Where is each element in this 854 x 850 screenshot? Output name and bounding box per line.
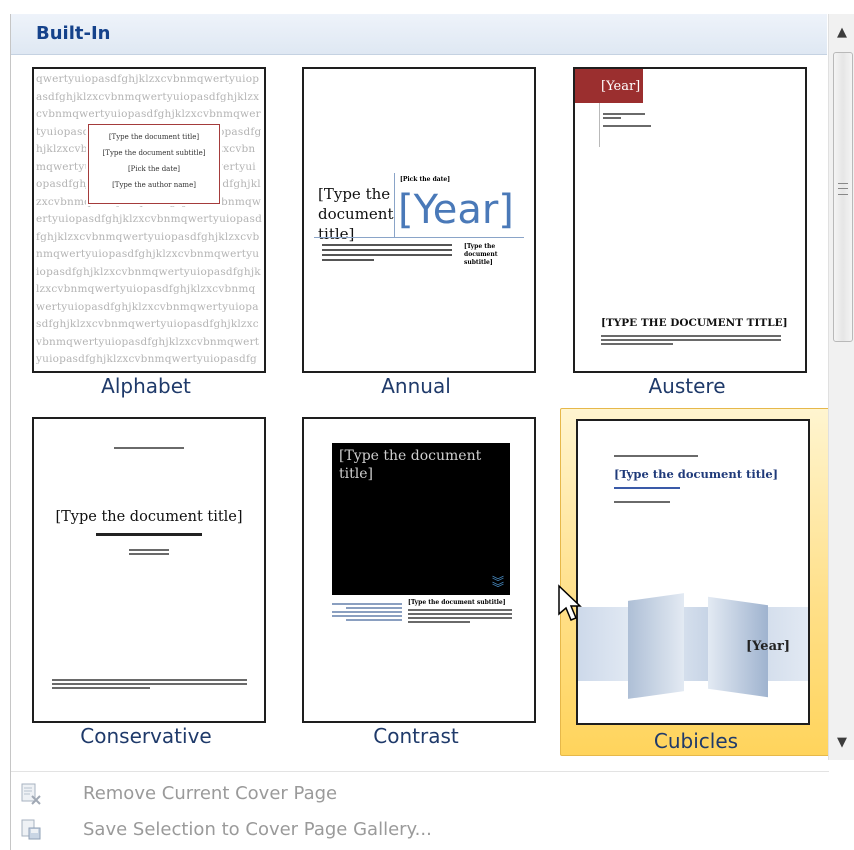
menu-separator <box>11 771 829 772</box>
gallery-item-alphabet[interactable]: qwertyuiopasdfghjklzxcvbnmqwertyuiopasdf… <box>13 56 279 400</box>
thumb-company <box>114 445 184 451</box>
tile-label: Contrast <box>373 724 459 748</box>
scrollbar-thumb[interactable] <box>833 52 853 342</box>
vertical-scrollbar[interactable]: ▲ ▼ <box>828 14 854 760</box>
annual-thumbnail: [Pick the date] [Type the document title… <box>302 67 536 373</box>
thumb-abstract <box>52 677 247 691</box>
thumb-abstract <box>601 333 781 347</box>
tile-label: Conservative <box>80 724 212 748</box>
thumb-abstract <box>322 241 452 264</box>
thumb-year: [Year] <box>746 639 790 654</box>
conservative-thumbnail: [Type the document title] <box>32 417 266 723</box>
alphabet-title-box: [Type the document title] [Type the docu… <box>88 124 220 204</box>
thumb-title: [Type the document title] <box>108 133 200 141</box>
thumb-subtitle: [Type the document subtitle] <box>102 149 206 157</box>
thumb-abstract: [Type the document subtitle] <box>408 599 512 625</box>
contrast-thumbnail: [Type the document title] ︾ ︾ [Type the d… <box>302 417 536 723</box>
thumb-author <box>129 547 169 557</box>
tile-label: Alphabet <box>101 374 191 398</box>
cubicles-thumbnail: [Type the document title] [Year] <box>576 419 810 725</box>
divider <box>314 237 524 238</box>
thumb-company <box>603 111 663 129</box>
thumb-subtitle <box>96 531 202 538</box>
divider <box>599 103 600 147</box>
grip-icon <box>838 183 848 195</box>
tile-label: Annual <box>381 374 451 398</box>
thumb-details <box>332 601 402 623</box>
remove-cover-page-label: Remove Current Cover Page <box>83 783 338 804</box>
section-header: Built-In <box>11 14 827 55</box>
remove-cover-page-menu-item[interactable]: Remove Current Cover Page <box>11 774 829 814</box>
thumb-title: [TYPE THE DOCUMENT TITLE] <box>601 317 788 329</box>
alphabet-background-text: qwertyuiopasdfghjklzxcvbnmqwertyuiopasdf… <box>36 73 262 371</box>
thumb-subtitle: [Type the document subtitle] <box>464 243 498 266</box>
thumb-title: [Type the document title] <box>318 185 394 243</box>
thumb-date: [Pick the date] <box>127 165 181 173</box>
save-selection-label: Save Selection to Cover Page Gallery... <box>83 819 432 840</box>
year-bar: [Year] <box>575 69 643 103</box>
thumb-title: [Type the document title] <box>339 448 482 482</box>
thumb-subtitle <box>614 485 680 491</box>
divider <box>394 173 395 237</box>
thumb-author <box>614 499 670 505</box>
decorative-panel <box>628 593 684 699</box>
save-to-gallery-icon <box>21 819 41 840</box>
thumb-year: [Year] <box>398 187 514 233</box>
cover-page-gallery: Built-In qwertyuiopasdfghjklzxcvbnmqwert… <box>10 14 830 850</box>
mouse-cursor-icon <box>558 584 582 621</box>
thumb-title: [Type the document title] <box>55 509 243 525</box>
gallery-item-cubicles[interactable]: [Type the document title] [Year] Cubicle… <box>560 408 830 756</box>
gallery-item-contrast[interactable]: [Type the document title] ︾ ︾ [Type the d… <box>283 406 549 750</box>
title-block: [Type the document title] ︾ ︾ <box>332 443 510 595</box>
thumb-company <box>614 453 698 459</box>
tile-label: Cubicles <box>653 729 739 753</box>
section-title: Built-In <box>36 23 111 44</box>
alphabet-thumbnail: qwertyuiopasdfghjklzxcvbnmqwertyuiopasdf… <box>32 67 266 373</box>
thumb-subtitle: [Type the document subtitle] <box>408 599 506 606</box>
tile-label: Austere <box>648 374 726 398</box>
gallery-item-austere[interactable]: [Year] [TYPE THE DOCUMENT TITLE] Austere <box>554 56 820 400</box>
chevron-down-icon: ︾ ︾ <box>491 575 504 595</box>
austere-thumbnail: [Year] [TYPE THE DOCUMENT TITLE] <box>573 67 807 373</box>
gallery-item-annual[interactable]: [Pick the date] [Type the document title… <box>283 56 549 400</box>
remove-page-icon <box>21 783 41 805</box>
scroll-down-arrow-icon[interactable]: ▼ <box>829 724 854 760</box>
thumb-year: [Year] <box>601 79 641 94</box>
save-selection-menu-item[interactable]: Save Selection to Cover Page Gallery... <box>11 810 829 850</box>
thumb-date: [Pick the date] <box>400 176 451 183</box>
thumb-author: [Type the author name] <box>112 181 196 189</box>
scroll-up-arrow-icon[interactable]: ▲ <box>829 14 854 50</box>
gallery-item-conservative[interactable]: [Type the document title] Conservative <box>13 406 279 750</box>
thumb-title: [Type the document title] <box>614 467 779 481</box>
